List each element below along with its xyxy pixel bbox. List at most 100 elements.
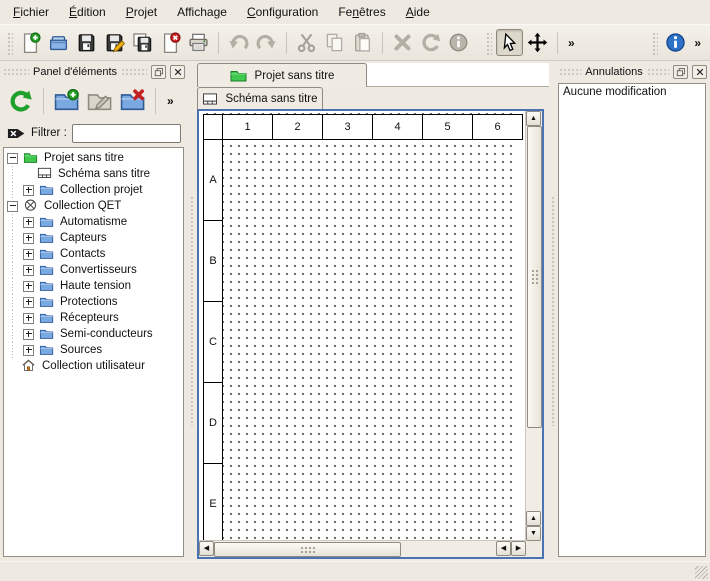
- close-panel-button[interactable]: [692, 65, 707, 79]
- paste-button[interactable]: [349, 29, 376, 56]
- scroll-right-button[interactable]: ▶: [511, 541, 526, 556]
- new-button[interactable]: [17, 29, 44, 56]
- schema-tabbar: Schéma sans titre: [195, 87, 549, 109]
- toolbar-handle[interactable]: [485, 31, 492, 55]
- expand-expander-icon[interactable]: [23, 329, 34, 340]
- diagram-canvas[interactable]: 123456 ABCDE: [199, 111, 526, 541]
- horizontal-scrollbar[interactable]: ◀ ◀ ▶: [199, 540, 526, 557]
- menu-edition[interactable]: Édition: [60, 2, 115, 22]
- menu-projet[interactable]: Projet: [117, 2, 166, 22]
- tree-item-automatisme[interactable]: Automatisme: [4, 214, 183, 230]
- tree-item-collection-utilisateur[interactable]: Collection utilisateur: [4, 358, 183, 374]
- save-all-button[interactable]: [129, 29, 156, 56]
- rotate-button[interactable]: [417, 29, 444, 56]
- diagram-info-button[interactable]: [662, 29, 689, 56]
- tab-schema[interactable]: Schéma sans titre: [197, 87, 323, 109]
- tree-item-schema-sans-titre[interactable]: Schéma sans titre: [4, 166, 183, 182]
- splitter-left[interactable]: [188, 61, 195, 561]
- menu-fenetres[interactable]: Fenêtres: [329, 2, 394, 22]
- undo-button[interactable]: [225, 29, 252, 56]
- tree-item-capteurs[interactable]: Capteurs: [4, 230, 183, 246]
- redo-button[interactable]: [253, 29, 280, 56]
- vertical-scrollbar[interactable]: ▲ ▲ ▼: [525, 111, 542, 541]
- expand-expander-icon[interactable]: [23, 265, 34, 276]
- tree-item-haute-tension[interactable]: Haute tension: [4, 278, 183, 294]
- dock-grip[interactable]: [647, 68, 669, 76]
- expand-expander-icon[interactable]: [23, 297, 34, 308]
- folder-blue-icon: [38, 183, 55, 197]
- tree-item-recepteurs[interactable]: Récepteurs: [4, 310, 183, 326]
- scroll-left-button[interactable]: ◀: [199, 541, 214, 556]
- tree-item-collection-qet[interactable]: Collection QET: [4, 198, 183, 214]
- menu-configuration[interactable]: Configuration: [238, 2, 327, 22]
- delete-button[interactable]: [389, 29, 416, 56]
- expand-expander-icon[interactable]: [23, 185, 34, 196]
- toolbar-handle[interactable]: [6, 31, 13, 55]
- tab-project[interactable]: Projet sans titre: [197, 63, 367, 87]
- vertical-scroll-track[interactable]: [526, 126, 542, 511]
- float-panel-button[interactable]: [673, 65, 688, 79]
- expand-expander-icon[interactable]: [23, 313, 34, 324]
- expand-expander-icon[interactable]: [23, 281, 34, 292]
- save-as-button[interactable]: [101, 29, 128, 56]
- window-resize-grip[interactable]: [695, 566, 708, 579]
- menu-affichage[interactable]: Affichage: [168, 2, 236, 22]
- scroll-left-button-2[interactable]: ◀: [496, 541, 511, 556]
- tree-item-sources[interactable]: Sources: [4, 342, 183, 358]
- save-button[interactable]: [73, 29, 100, 56]
- expand-expander-icon[interactable]: [23, 217, 34, 228]
- horizontal-scroll-thumb[interactable]: [214, 542, 401, 557]
- tree-item-projet-sans-titre[interactable]: Projet sans titre: [4, 150, 183, 166]
- delete-category-button[interactable]: [117, 86, 148, 117]
- folder-blue-icon: [38, 279, 55, 293]
- menu-aide[interactable]: Aide: [397, 2, 439, 22]
- tree-guide-line: [4, 214, 20, 230]
- edit-category-button[interactable]: [84, 86, 115, 117]
- collapse-expander-icon[interactable]: [7, 153, 18, 164]
- close-panel-button[interactable]: [170, 65, 185, 79]
- element-info-button[interactable]: [445, 29, 472, 56]
- undo-history-item[interactable]: Aucune modification: [560, 85, 704, 99]
- menu-fichier[interactable]: Fichier: [4, 2, 58, 22]
- scroll-up-button-2[interactable]: ▲: [526, 511, 541, 526]
- tree-item-contacts[interactable]: Contacts: [4, 246, 183, 262]
- filter-input[interactable]: [72, 124, 181, 143]
- expand-expander-icon[interactable]: [23, 249, 34, 260]
- column-header-6: 6: [472, 114, 523, 140]
- move-tool-button[interactable]: [524, 29, 551, 56]
- collapse-expander-icon[interactable]: [7, 201, 18, 212]
- toolbar-handle[interactable]: [651, 31, 658, 55]
- toolbar-overflow-chevron[interactable]: »: [163, 94, 178, 108]
- dock-grip[interactable]: [121, 68, 147, 76]
- tree-item-convertisseurs[interactable]: Convertisseurs: [4, 262, 183, 278]
- copy-button[interactable]: [321, 29, 348, 56]
- toolbar-overflow-chevron[interactable]: »: [564, 36, 579, 50]
- project-folder-icon: [22, 151, 39, 165]
- scroll-down-button[interactable]: ▼: [526, 526, 541, 541]
- toolbar-overflow-chevron[interactable]: »: [690, 36, 705, 50]
- vertical-scroll-thumb[interactable]: [527, 126, 542, 428]
- dock-grip[interactable]: [559, 68, 581, 76]
- scroll-up-button[interactable]: ▲: [526, 111, 541, 126]
- undo-icon: [228, 32, 249, 53]
- scroll-left-arrow-icon: ◀: [501, 545, 506, 552]
- horizontal-scroll-track[interactable]: [214, 541, 496, 557]
- new-category-button[interactable]: [51, 86, 82, 117]
- expand-expander-icon[interactable]: [23, 345, 34, 356]
- tree-item-collection-projet[interactable]: Collection projet: [4, 182, 183, 198]
- select-tool-button[interactable]: [496, 29, 523, 56]
- dock-grip[interactable]: [3, 68, 29, 76]
- clear-filter-button[interactable]: [7, 126, 26, 141]
- toolbar-separator: [557, 32, 558, 54]
- print-button[interactable]: [185, 29, 212, 56]
- expand-expander-icon[interactable]: [23, 233, 34, 244]
- splitter-right[interactable]: [549, 61, 556, 561]
- tree-item-semi-conducteurs[interactable]: Semi-conducteurs: [4, 326, 183, 342]
- cut-button[interactable]: [293, 29, 320, 56]
- tree-guide-line: [4, 326, 20, 342]
- reload-collections-button[interactable]: [5, 86, 36, 117]
- open-button[interactable]: [45, 29, 72, 56]
- tree-item-protections[interactable]: Protections: [4, 294, 183, 310]
- close-button[interactable]: [157, 29, 184, 56]
- float-panel-button[interactable]: [151, 65, 166, 79]
